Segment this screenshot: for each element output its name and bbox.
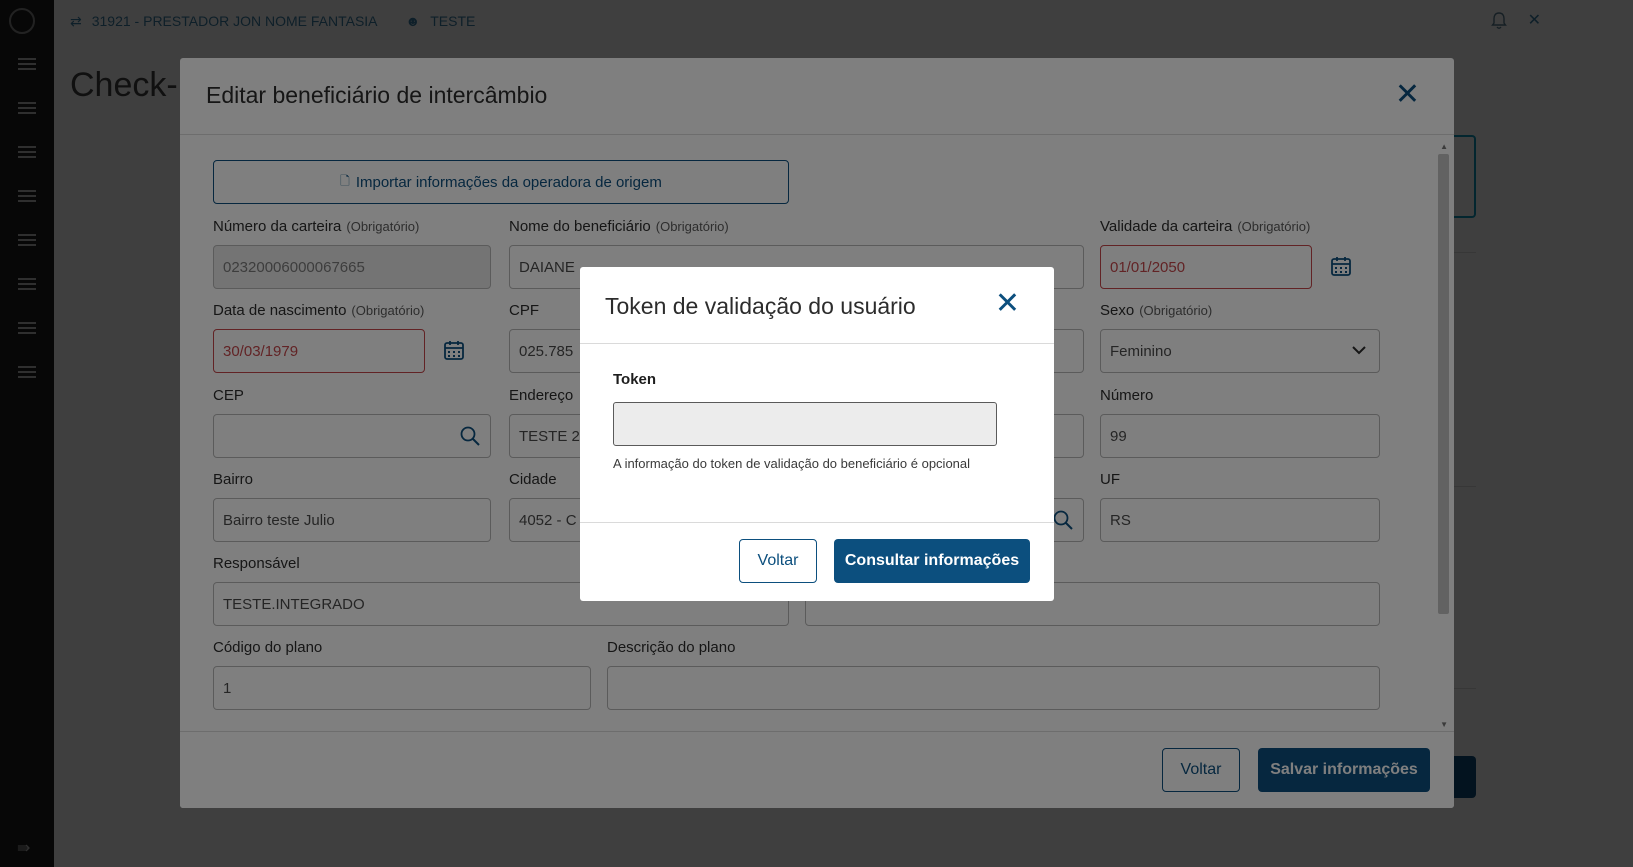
token-input[interactable] <box>613 402 997 446</box>
close-icon[interactable]: ✕ <box>995 289 1020 319</box>
back-button[interactable]: Voltar <box>739 539 817 583</box>
token-validation-dialog: Token de validação do usuário ✕ Token A … <box>580 267 1054 601</box>
consult-button[interactable]: Consultar informações <box>834 539 1030 583</box>
dialog-title: Token de validação do usuário <box>605 293 916 319</box>
token-label: Token <box>613 371 657 388</box>
dialog-header: Token de validação do usuário ✕ <box>580 267 1054 344</box>
token-help-text: A informação do token de validação do be… <box>613 456 971 471</box>
dialog-footer: Voltar Consultar informações <box>580 522 1054 601</box>
